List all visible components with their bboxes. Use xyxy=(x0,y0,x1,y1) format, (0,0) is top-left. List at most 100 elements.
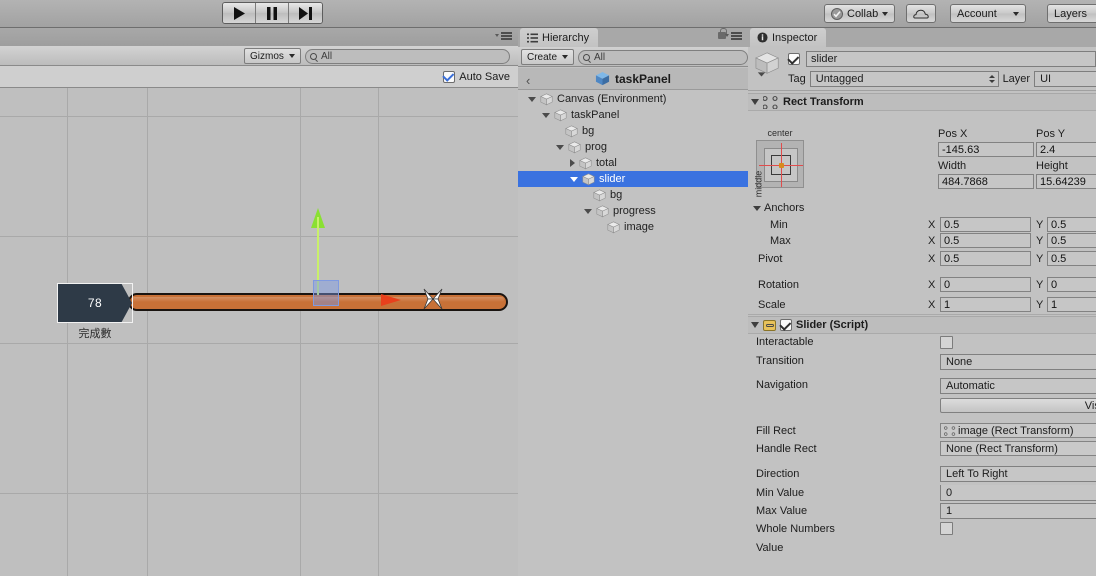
anchor-min-x-input[interactable]: 0.5 xyxy=(940,217,1031,232)
direction-value: Left To Right xyxy=(946,468,1008,480)
pos-y-label: Pos Y xyxy=(1036,128,1066,140)
create-button[interactable]: Create xyxy=(521,49,575,65)
scene-search-input[interactable]: All xyxy=(305,49,510,64)
hierarchy-item-bg[interactable]: bg xyxy=(518,123,748,139)
anchor-min-y-input[interactable]: 0.5 xyxy=(1047,217,1096,232)
transition-dropdown[interactable]: None xyxy=(940,354,1096,370)
rotation-x-input[interactable]: 0 xyxy=(940,277,1031,292)
hierarchy-item-label: progress xyxy=(613,205,656,217)
tab-hierarchy[interactable]: Hierarchy xyxy=(520,28,599,47)
hierarchy-item-prog[interactable]: prog xyxy=(518,139,748,155)
max-value-input[interactable]: 1 xyxy=(940,503,1096,519)
layer-dropdown[interactable]: UI xyxy=(1034,71,1096,87)
chevron-down-icon[interactable] xyxy=(584,208,592,214)
handle-rect-object-field[interactable]: None (Rect Transform) xyxy=(940,441,1096,456)
badge-value: 78 xyxy=(87,296,103,310)
height-input[interactable]: 15.64239 xyxy=(1036,174,1096,189)
hierarchy-item-bg[interactable]: bg xyxy=(518,187,748,203)
hierarchy-item-progress[interactable]: progress xyxy=(518,203,748,219)
gameobject-cube-icon xyxy=(568,140,581,153)
hamburger-icon xyxy=(501,32,512,40)
cube-icon xyxy=(582,172,599,186)
step-button[interactable] xyxy=(289,3,322,23)
tab-inspector[interactable]: Inspector xyxy=(750,28,827,47)
anchor-max-label: Max xyxy=(770,235,791,247)
object-name-row: slider xyxy=(788,51,1096,67)
anchor-max-y-value: 0.5 xyxy=(1051,234,1067,247)
hierarchy-item-taskpanel[interactable]: taskPanel xyxy=(518,107,748,123)
gizmo-right-arrow-icon[interactable] xyxy=(381,294,401,306)
auto-save-label: Auto Save xyxy=(459,70,510,83)
chevron-down-icon[interactable] xyxy=(570,176,578,182)
hierarchy-search-input[interactable]: All xyxy=(578,50,748,65)
rect-transform-title: Rect Transform xyxy=(783,96,864,108)
gizmos-button[interactable]: Gizmos xyxy=(244,48,301,64)
anchor-min-label: Min xyxy=(770,219,788,231)
gizmo-move-square[interactable] xyxy=(313,280,339,306)
auto-save-bar: Auto Save xyxy=(0,66,518,88)
cloud-button[interactable] xyxy=(906,4,936,23)
play-button[interactable] xyxy=(223,3,256,23)
hierarchy-panel-menu[interactable] xyxy=(725,32,742,40)
anchor-max-x-input[interactable]: 0.5 xyxy=(940,233,1031,248)
layer-label: Layer xyxy=(1002,73,1031,85)
slider-script-header[interactable]: Slider (Script) xyxy=(748,316,1096,334)
gameobject-cube-icon xyxy=(607,220,620,233)
rotation-y-input[interactable]: 0 xyxy=(1047,277,1096,292)
pos-y-input[interactable]: 2.4 xyxy=(1036,142,1096,157)
object-enabled-checkbox[interactable] xyxy=(788,53,800,65)
direction-dropdown[interactable]: Left To Right xyxy=(940,466,1096,482)
visualize-button[interactable]: Visuali xyxy=(940,398,1096,413)
layer-value: UI xyxy=(1040,73,1052,85)
foldout-icon[interactable] xyxy=(751,99,759,105)
slider-script-enabled-checkbox[interactable] xyxy=(780,319,792,331)
hierarchy-item-slider[interactable]: slider xyxy=(518,171,748,187)
object-name-input[interactable]: slider xyxy=(806,51,1096,67)
anchor-preset-widget[interactable]: middle xyxy=(753,140,804,197)
min-value-label: Min Value xyxy=(756,487,805,499)
value-label: Value xyxy=(756,542,784,554)
pos-x-input[interactable]: -145.63 xyxy=(938,142,1034,157)
chevron-down-icon[interactable] xyxy=(542,112,550,118)
min-value-input[interactable]: 0 xyxy=(940,485,1096,501)
whole-numbers-checkbox[interactable] xyxy=(940,522,953,535)
collab-button[interactable]: Collab xyxy=(824,4,896,23)
pivot-y-value: 0.5 xyxy=(1051,252,1067,265)
row-navigation: Navigation Automatic xyxy=(748,372,1096,397)
rect-transform-header[interactable]: Rect Transform xyxy=(748,93,1096,111)
navigation-dropdown[interactable]: Automatic xyxy=(940,378,1096,394)
interactable-checkbox[interactable] xyxy=(940,336,953,349)
scene-viewport[interactable]: 78 完成數 xyxy=(0,88,518,576)
scene-panel-menu[interactable] xyxy=(495,32,512,40)
pivot-handle-icon[interactable] xyxy=(419,285,447,313)
scale-y-input[interactable]: 1 xyxy=(1047,297,1096,312)
chevron-down-icon[interactable] xyxy=(528,96,536,102)
tag-dropdown[interactable]: Untagged xyxy=(809,71,999,87)
width-label: Width xyxy=(938,160,967,172)
scale-x-input[interactable]: 1 xyxy=(940,297,1031,312)
back-arrow-icon[interactable]: ‹ xyxy=(526,73,530,88)
anchors-foldout[interactable]: Anchors xyxy=(753,202,804,214)
hierarchy-item-total[interactable]: total xyxy=(518,155,748,171)
interactable-label: Interactable xyxy=(756,336,814,348)
layers-button[interactable]: Layers xyxy=(1047,4,1096,23)
anchor-max-y-input[interactable]: 0.5 xyxy=(1047,233,1096,248)
hierarchy-item-label: bg xyxy=(582,125,595,137)
chevron-down-icon[interactable] xyxy=(556,144,564,150)
anchor-preset-vertical-label: middle xyxy=(753,170,764,198)
chevron-right-icon[interactable] xyxy=(570,159,575,167)
auto-save-checkbox[interactable] xyxy=(443,70,456,83)
foldout-icon[interactable] xyxy=(751,322,759,328)
width-input[interactable]: 484.7868 xyxy=(938,174,1034,189)
hierarchy-item-label: bg xyxy=(610,189,623,201)
cube-icon xyxy=(554,108,571,122)
breadcrumb: ‹ taskPanel xyxy=(518,68,748,90)
pause-button[interactable] xyxy=(256,3,289,23)
script-icon xyxy=(763,319,776,331)
fill-rect-object-field[interactable]: image (Rect Transform) xyxy=(940,423,1096,438)
pivot-x-input[interactable]: 0.5 xyxy=(940,251,1031,266)
hierarchy-item-image[interactable]: image xyxy=(518,219,748,235)
pivot-y-input[interactable]: 0.5 xyxy=(1047,251,1096,266)
account-button[interactable]: Account xyxy=(950,4,1026,23)
hierarchy-item-canvas-environment[interactable]: Canvas (Environment) xyxy=(518,91,748,107)
